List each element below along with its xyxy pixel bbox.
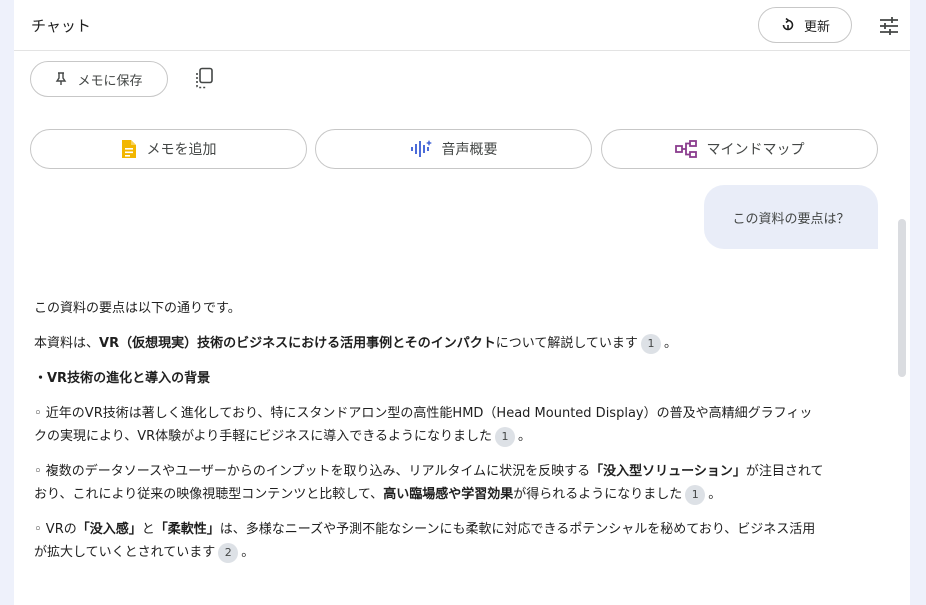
user-message-bubble: この資料の要点は？ [704,185,878,249]
point-2-bold-1: 「没入型ソリューション」 [590,464,746,479]
citation-badge[interactable]: 1 [494,426,515,447]
chat-header: チャット 更新 [14,0,910,51]
section-heading: ・VR技術の進化と導入の背景 [34,371,211,386]
add-note-label: メモを追加 [146,142,217,158]
answer-point-3: ◦ VRの「没入感」と「柔軟性」は、多様なニーズや予測不能なシーンにも柔軟に対応… [34,518,824,564]
refresh-label: 更新 [803,19,830,35]
user-message-text: この資料の要点は？ [732,211,850,227]
save-memo-label: メモに保存 [77,73,143,89]
copy-icon[interactable] [194,67,214,89]
point-2-pre: ◦ 複数のデータソースやユーザーからのインプットを取り込み、リアルタイムに状況を… [34,464,591,479]
action-buttons: メモを追加 音声概要 マインドマップ [30,129,878,169]
answer-summary: 本資料は、VR（仮想現実）技術のビジネスにおける活用事例とそのインパクトについて… [34,332,824,355]
citation-badge[interactable]: 1 [685,484,706,505]
summary-bold: VR（仮想現実）技術のビジネスにおける活用事例とそのインパクト [99,336,496,351]
citation-badge[interactable]: 2 [218,542,239,563]
tune-settings-icon[interactable] [878,15,900,37]
point-1-text: ◦ 近年のVR技術は著しく進化しており、特にスタンドアロン型の高性能HMD（He… [34,406,813,444]
refresh-icon [782,17,794,31]
summary-pre: 本資料は、 [34,336,100,351]
assistant-answer: この資料の要点は以下の通りです。 本資料は、VR（仮想現実）技術のビジネスにおけ… [34,297,824,576]
audio-overview-label: 音声概要 [441,142,498,158]
note-icon [121,140,136,158]
save-to-memo-button[interactable]: メモに保存 [30,61,168,97]
refresh-button[interactable]: 更新 [758,7,852,43]
answer-point-1: ◦ 近年のVR技術は著しく進化しており、特にスタンドアロン型の高性能HMD（He… [34,402,824,448]
summary-post: について解説しています [495,336,638,351]
point-3-mid: と [141,522,155,537]
mindmap-icon [674,140,697,158]
audio-waveform-icon [410,140,432,157]
point-2-bold-2: 高い臨場感や学習効果 [383,487,514,502]
point-3-bold-2: 「柔軟性」 [154,522,220,537]
point-3-end: 。 [241,545,255,560]
audio-overview-button[interactable]: 音声概要 [315,129,592,169]
point-3-pre: ◦ VRの [34,522,77,537]
point-2-post: が得られるようになりました [513,487,683,502]
mindmap-label: マインドマップ [706,142,805,158]
summary-end: 。 [663,336,677,351]
chat-content: メモに保存 メモを追加 音声概要 マインドマップ この資料の要点は？ この資料の… [14,51,910,605]
point-2-end: 。 [708,487,722,502]
citation-badge[interactable]: 1 [640,333,661,354]
pin-icon [56,72,67,85]
scrollbar-thumb[interactable] [898,219,906,377]
chat-panel: チャット 更新 メモに保存 メモを追加 音声概要 マインドマップ この資料の要点… [14,0,910,605]
answer-point-2: ◦ 複数のデータソースやユーザーからのインプットを取り込み、リアルタイムに状況を… [34,460,824,506]
point-3-bold-1: 「没入感」 [76,522,142,537]
add-note-button[interactable]: メモを追加 [30,129,307,169]
point-1-end: 。 [517,429,531,444]
header-title: チャット [31,17,91,35]
answer-intro: この資料の要点は以下の通りです。 [34,301,241,316]
mindmap-button[interactable]: マインドマップ [601,129,878,169]
